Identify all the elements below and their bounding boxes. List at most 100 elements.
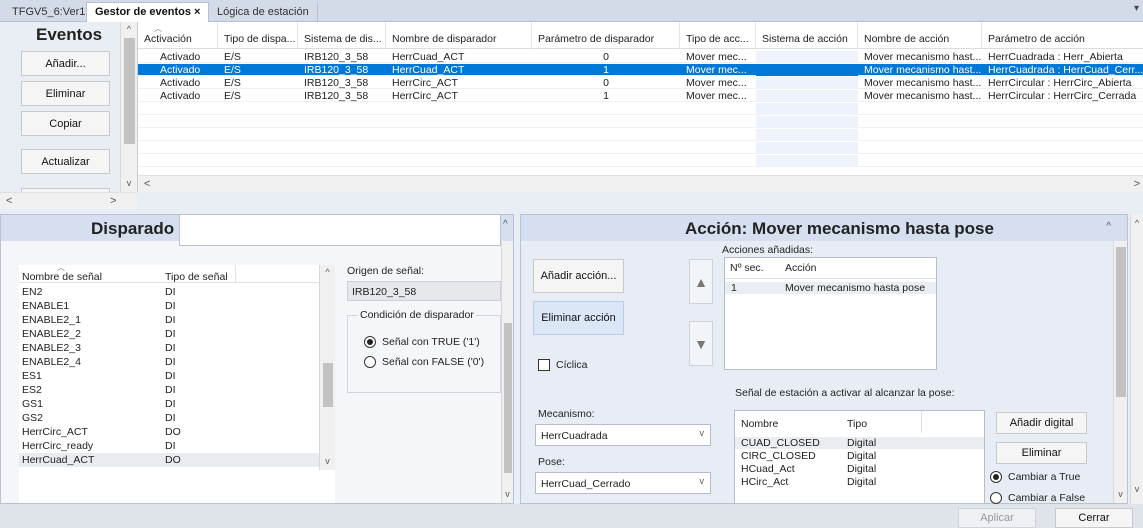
scroll-left-icon[interactable]: < <box>6 195 12 207</box>
scroll-down-icon[interactable]: v <box>121 178 137 188</box>
radio-set-false[interactable]: Cambiar a False <box>990 492 1085 504</box>
move-up-button[interactable]: ▲ <box>689 259 713 304</box>
scroll-right-icon[interactable]: > <box>1134 178 1140 190</box>
list-item[interactable]: HCirc_Act Digital <box>735 476 984 488</box>
radio-false[interactable]: Señal con FALSE ('0') <box>364 356 484 368</box>
action-panel-scrollbar[interactable]: v <box>1113 241 1127 503</box>
list-item-selected[interactable]: HerrCuad_ACT DO <box>19 453 319 467</box>
list-item[interactable]: EN2 DI <box>19 285 319 299</box>
remove-action-button[interactable]: Eliminar acción <box>533 301 624 335</box>
table-row[interactable]: Activado E/S IRB120_3_58 HerrCirc_ACT 1 … <box>138 90 1143 102</box>
col-header-signal-name[interactable]: Nombre <box>741 418 778 430</box>
table-cell: E/S <box>224 51 241 63</box>
list-item[interactable]: ENABLE2_4 DI <box>19 355 319 369</box>
cyclic-checkbox[interactable]: Cíclica <box>538 359 588 371</box>
table-row[interactable]: Activado E/S IRB120_3_58 HerrCuad_ACT 0 … <box>138 51 1143 63</box>
add-action-button[interactable]: Añadir acción... <box>533 259 624 293</box>
checkbox-label: Cíclica <box>556 359 588 371</box>
scroll-down-icon[interactable]: v <box>320 456 335 466</box>
list-item[interactable]: GS1 DI <box>19 397 319 411</box>
scroll-down-icon[interactable]: v <box>1131 484 1143 494</box>
scroll-down-icon[interactable]: v <box>502 489 513 499</box>
col-header-trigger-type[interactable]: Tipo de dispa... <box>218 22 298 49</box>
list-item[interactable]: ENABLE1 DI <box>19 299 319 313</box>
signal-type: Digital <box>847 476 877 488</box>
col-header-trigger-name[interactable]: Nombre de disparador <box>386 22 532 49</box>
list-item[interactable]: GS2 DI <box>19 411 319 425</box>
list-item[interactable]: ES1 DI <box>19 369 319 383</box>
station-signals-list: Nombre Tipo CUAD_CLOSED Digital CIRC_CLO… <box>734 410 985 503</box>
add-digital-button[interactable]: Añadir digital <box>996 412 1087 434</box>
col-header-signal-type[interactable]: Tipo <box>847 418 867 430</box>
move-down-button[interactable]: ▼ <box>689 321 713 366</box>
table-cell: 1 <box>603 64 609 76</box>
table-cell: Mover mec... <box>686 64 747 76</box>
add-event-button[interactable]: Añadir... <box>21 51 110 76</box>
collapse-icon[interactable]: ^ <box>503 219 508 230</box>
tab-station-logic[interactable]: Lógica de estación <box>209 3 318 22</box>
refresh-events-button[interactable]: Actualizar <box>21 149 110 174</box>
col-header-trigger-param[interactable]: Parámetro de disparador <box>532 22 680 49</box>
scroll-up-icon[interactable]: ^ <box>320 267 335 277</box>
col-header-signal-type[interactable]: Tipo de señal <box>165 271 228 283</box>
scroll-up-icon[interactable]: ^ <box>121 24 137 34</box>
tab-station[interactable]: TFGV5_6:Ver1 <box>4 3 95 22</box>
table-row[interactable]: Activado E/S IRB120_3_58 HerrCirc_ACT 0 … <box>138 77 1143 89</box>
signal-type: DI <box>165 398 176 410</box>
col-header-action-type[interactable]: Tipo de acc... <box>680 22 756 49</box>
col-header-trigger-system[interactable]: Sistema de dis... <box>298 22 386 49</box>
list-item[interactable]: ES2 DI <box>19 383 319 397</box>
col-header-action-param[interactable]: Parámetro de acción <box>982 22 1143 49</box>
page-scrollbar[interactable]: ^ v <box>1130 214 1143 504</box>
close-button[interactable]: Cerrar <box>1055 508 1133 528</box>
signal-list-scrollbar[interactable]: ^ v <box>319 265 335 470</box>
close-icon[interactable]: × <box>194 6 200 18</box>
col-header-signal-name[interactable]: Nombre de señal <box>22 271 102 283</box>
table-cell: Activado <box>160 64 201 76</box>
col-header-action[interactable]: Acción <box>785 262 817 274</box>
collapse-icon[interactable]: ^ <box>1106 221 1111 232</box>
trigger-panel-scrollbar[interactable]: v <box>501 241 513 503</box>
scroll-right-icon[interactable]: > <box>110 195 116 207</box>
scroll-up-icon[interactable]: ^ <box>1131 218 1143 228</box>
grid-hscrollbar[interactable]: < > <box>138 175 1143 192</box>
col-header-activation[interactable]: ︿ Activación <box>138 22 218 49</box>
tab-event-manager[interactable]: Gestor de eventos × <box>86 2 210 23</box>
tab-dropdown-arrow-icon[interactable]: ▾ <box>1134 3 1139 14</box>
table-row-selected[interactable]: Activado E/S IRB120_3_58 HerrCuad_ACT 1 … <box>138 64 1143 76</box>
scrollbar-thumb[interactable] <box>504 323 512 473</box>
scrollbar-thumb[interactable] <box>124 38 135 144</box>
scrollbar-thumb[interactable] <box>323 363 333 407</box>
trigger-name-field[interactable] <box>179 215 501 246</box>
scroll-down-icon[interactable]: v <box>1114 489 1127 499</box>
delete-signal-button[interactable]: Eliminar <box>996 442 1087 464</box>
list-item[interactable]: HCuad_Act Digital <box>735 463 984 475</box>
copy-event-button[interactable]: Copiar <box>21 111 110 136</box>
trigger-panel: Disparado ^ ︿ Nombre de señal Tipo de se… <box>0 214 514 504</box>
col-header-seq[interactable]: Nº sec. <box>730 262 764 274</box>
scroll-left-icon[interactable]: < <box>144 178 150 190</box>
signal-name: HCirc_Act <box>741 476 789 488</box>
delete-event-button[interactable]: Eliminar <box>21 81 110 106</box>
list-item[interactable]: CIRC_CLOSED Digital <box>735 450 984 462</box>
pose-select[interactable]: HerrCuad_Cerrado v <box>535 472 711 494</box>
radio-label: Cambiar a True <box>1008 471 1081 483</box>
scrollbar-thumb[interactable] <box>1116 247 1126 397</box>
list-item[interactable]: HerrCirc_ready DI <box>19 439 319 453</box>
list-item[interactable]: ENABLE2_2 DI <box>19 327 319 341</box>
list-item[interactable]: ENABLE2_1 DI <box>19 313 319 327</box>
table-cell: E/S <box>224 64 241 76</box>
col-header-action-system[interactable]: Sistema de acción <box>756 22 858 49</box>
table-cell: 0 <box>603 51 609 63</box>
radio-set-true[interactable]: Cambiar a True <box>990 471 1080 483</box>
list-item[interactable]: HerrCirc_ACT DO <box>19 425 319 439</box>
events-sidebar-hscrollbar[interactable]: < > <box>0 192 137 209</box>
mechanism-select[interactable]: HerrCuadrada v <box>535 424 711 446</box>
list-item[interactable]: CUAD_CLOSED Digital <box>735 437 984 449</box>
events-sidebar-scrollbar[interactable]: ^ v <box>120 22 137 192</box>
col-header-action-name[interactable]: Nombre de acción <box>858 22 982 49</box>
list-item[interactable]: ENABLE2_3 DI <box>19 341 319 355</box>
radio-true[interactable]: Señal con TRUE ('1') <box>364 336 480 348</box>
list-item[interactable]: 1 Mover mecanismo hasta pose <box>725 282 936 294</box>
apply-button[interactable]: Aplicar <box>958 508 1036 528</box>
